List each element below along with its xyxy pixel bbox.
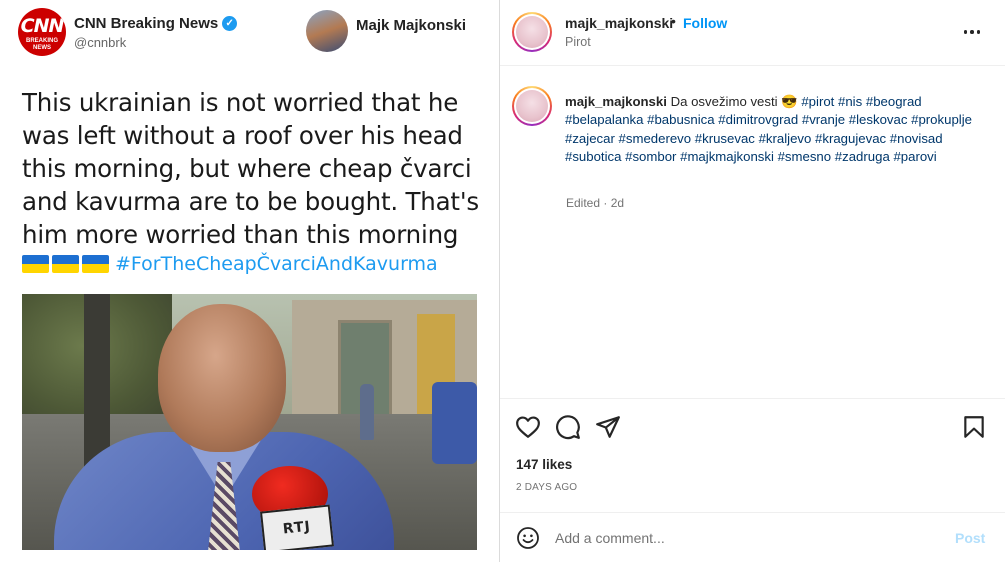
hashtag-link[interactable]: #pirot (801, 94, 834, 109)
hashtag-link[interactable]: #leskovac (849, 112, 908, 127)
comment-input[interactable] (555, 527, 935, 549)
ukraine-flag-icon (82, 255, 109, 273)
caption-text: majk_majkonski Da osvežimo vesti 😎 #piro… (565, 93, 980, 166)
heart-icon[interactable] (515, 414, 541, 440)
hashtag-link[interactable]: #sombor (625, 149, 676, 164)
tweet-hashtag-line: #ForTheCheapČvarciAndKavurma (22, 249, 438, 279)
hashtag-link[interactable]: #smesno (778, 149, 832, 164)
post-location[interactable]: Pirot (565, 35, 591, 49)
hashtag-link[interactable]: #belapalanka (565, 112, 643, 127)
more-options-icon[interactable] (961, 21, 983, 43)
comment-icon[interactable] (555, 414, 581, 440)
tweet-photo: RTJ (22, 294, 477, 550)
caption-meta: Edited · 2d (566, 196, 625, 210)
post-side-panel: majk_majkonski • Follow Pirot majk_majko… (500, 0, 1005, 562)
hashtag-link[interactable]: #zadruga (835, 149, 890, 164)
post-comment-button[interactable]: Post (955, 530, 985, 546)
hashtag-link[interactable]: #dimitrovgrad (718, 112, 798, 127)
hashtag-link[interactable]: #subotica (565, 149, 621, 164)
author-username[interactable]: majk_majkonski (565, 15, 673, 31)
header-separator: • (671, 13, 676, 29)
hashtag-link[interactable]: #beograd (866, 94, 922, 109)
caption-area: majk_majkonski Da osvežimo vesti 😎 #piro… (500, 66, 1005, 399)
photo-man-head (158, 304, 286, 452)
tweet-second-avatar (306, 10, 348, 52)
author-avatar[interactable] (512, 12, 552, 52)
emoji-icon[interactable] (516, 526, 540, 550)
hashtag-link[interactable]: #prokuplje (911, 112, 972, 127)
tweet-author-name: CNN Breaking News ✓ (74, 15, 238, 32)
post-header: majk_majkonski • Follow Pirot (500, 0, 1005, 66)
hashtag-link[interactable]: #vranje (802, 112, 845, 127)
bookmark-icon[interactable] (961, 414, 987, 440)
hashtag-link[interactable]: #babusnica (647, 112, 714, 127)
caption-avatar[interactable] (512, 86, 552, 126)
tweet-second-name: Majk Majkonski (356, 17, 467, 34)
tweet-hashtag: #ForTheCheapČvarciAndKavurma (115, 253, 438, 275)
photo-mic-label: RTJ (259, 504, 335, 550)
hashtag-link[interactable]: #kragujevac (815, 131, 886, 146)
cnn-logo: CNN BREAKING NEWS (18, 8, 66, 56)
ukraine-flag-icon (22, 255, 49, 273)
follow-button[interactable]: Follow (683, 15, 727, 31)
caption-username[interactable]: majk_majkonski (565, 94, 667, 109)
likes-count[interactable]: 147 likes (516, 457, 572, 472)
post-date[interactable]: 2 DAYS AGO (516, 482, 577, 493)
tweet-text: This ukrainian is not worried that he wa… (22, 88, 479, 249)
hashtag-link[interactable]: #nis (838, 94, 862, 109)
hashtag-link[interactable]: #kraljevo (759, 131, 812, 146)
post-image[interactable]: CNN BREAKING NEWS CNN Breaking News ✓ @c… (0, 0, 500, 562)
tweet-author-handle: @cnnbrk (74, 35, 127, 50)
caption-message: Da osvežimo vesti 😎 (670, 94, 798, 109)
hashtag-link[interactable]: #zajecar (565, 131, 615, 146)
share-icon[interactable] (595, 414, 621, 440)
hashtag-link[interactable]: #novisad (890, 131, 943, 146)
hashtag-link[interactable]: #krusevac (695, 131, 755, 146)
action-bar: 147 likes 2 DAYS AGO (500, 400, 1005, 512)
hashtag-link[interactable]: #parovi (893, 149, 936, 164)
photo-car (432, 382, 477, 464)
hashtag-link[interactable]: #smederevo (619, 131, 692, 146)
photo-pedestrian (360, 384, 374, 440)
tweet-header: CNN BREAKING NEWS CNN Breaking News ✓ @c… (18, 8, 488, 58)
ukraine-flag-icon (52, 255, 79, 273)
verified-badge-icon: ✓ (222, 16, 238, 31)
hashtag-link[interactable]: #majkmajkonski (680, 149, 774, 164)
comment-bar: Post (500, 512, 1005, 562)
